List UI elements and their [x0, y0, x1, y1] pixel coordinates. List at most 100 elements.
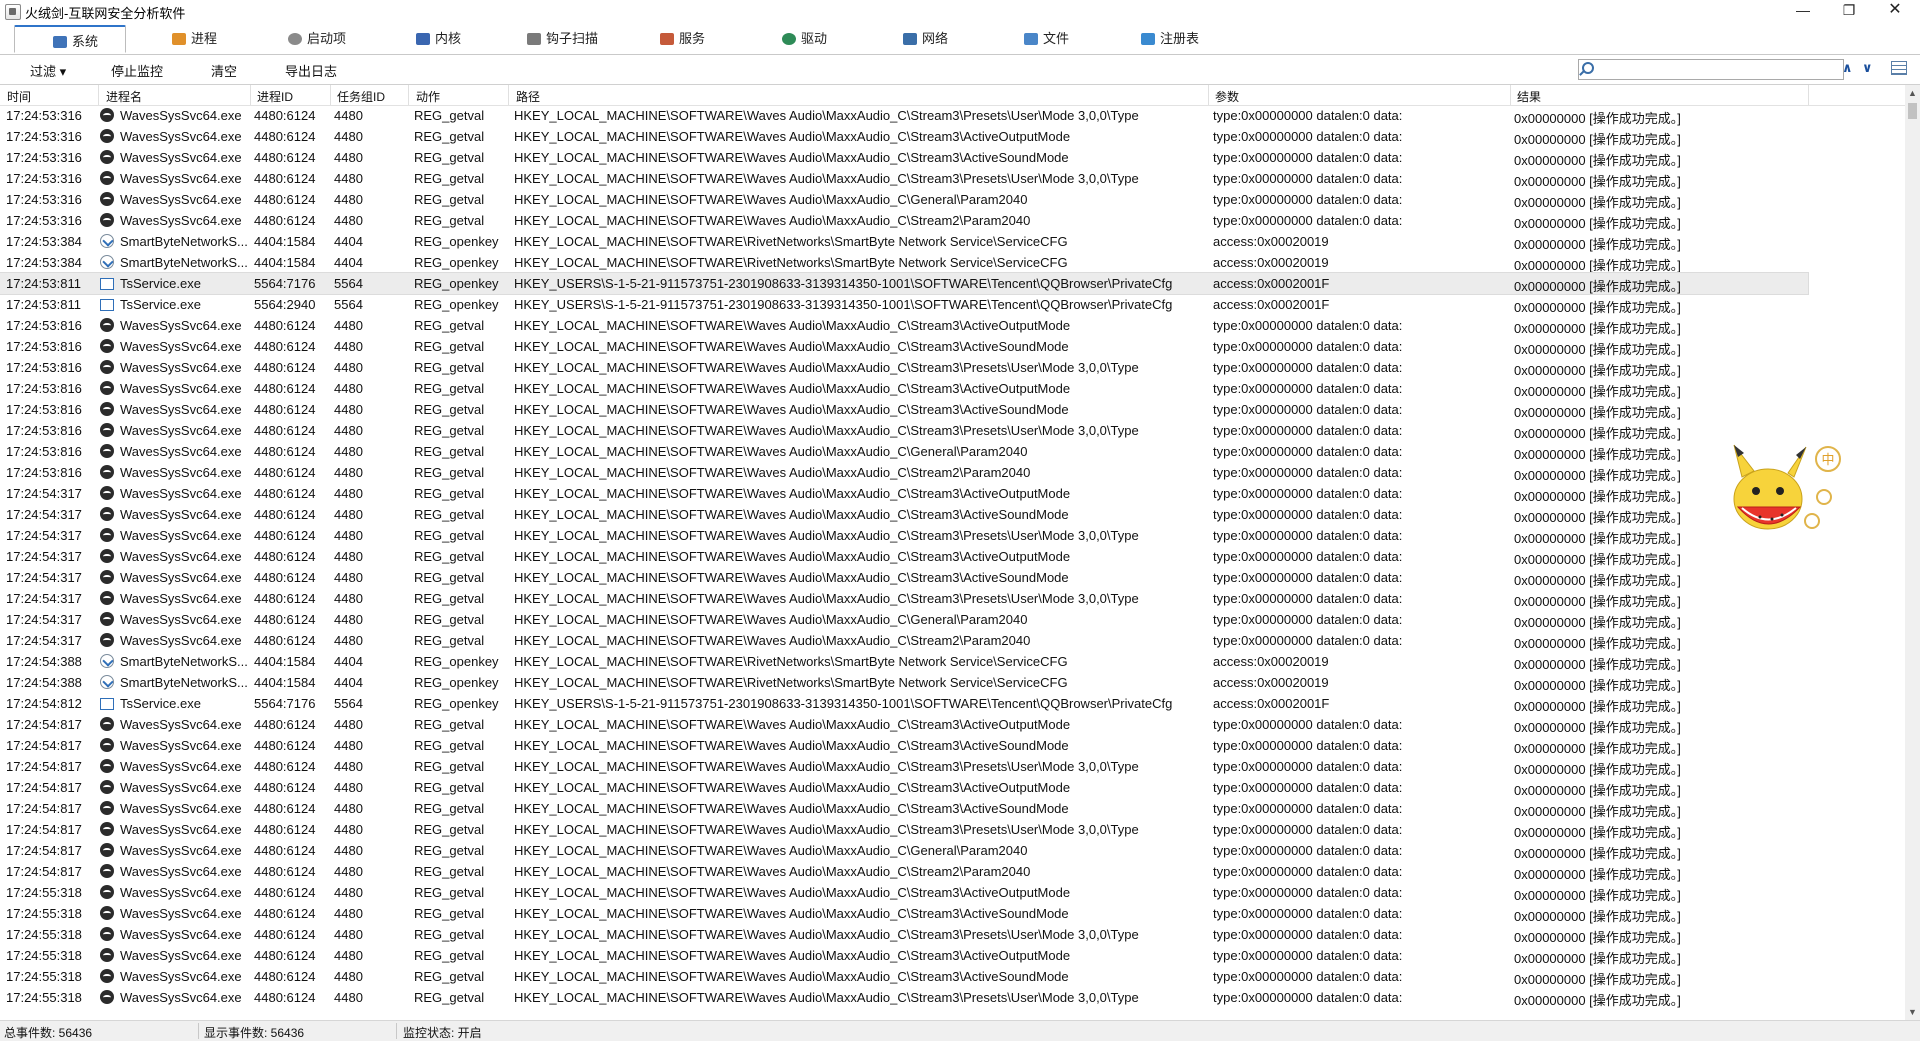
column-divider[interactable]	[98, 85, 99, 105]
table-row[interactable]: 17:24:53:316 WavesSysSvc64.exe 4480:6124 44…	[0, 147, 1905, 168]
cell-process-name: WavesSysSvc64.exe	[120, 927, 242, 942]
stop-monitor-button[interactable]: 停止监控	[111, 61, 163, 80]
column-divider[interactable]	[1510, 85, 1511, 105]
column-divider[interactable]	[250, 85, 251, 105]
table-row[interactable]: 17:24:53:816 WavesSysSvc64.exe 4480:6124 44…	[0, 462, 1905, 483]
table-row[interactable]: 17:24:54:388 SmartByteNetworkS... 4404:158…	[0, 672, 1905, 693]
clear-button[interactable]: 清空	[211, 61, 237, 80]
cell-task-group: 4480	[334, 906, 363, 921]
table-row[interactable]: 17:24:54:817 WavesSysSvc64.exe 4480:6124 44…	[0, 777, 1905, 798]
find-next-icon[interactable]: ∨	[1862, 60, 1873, 76]
cell-time: 17:24:53:816	[6, 381, 82, 396]
table-row[interactable]: 17:24:54:817 WavesSysSvc64.exe 4480:6124 44…	[0, 798, 1905, 819]
minimize-button[interactable]: —	[1780, 0, 1826, 22]
tab-drivers[interactable]: 驱动	[782, 24, 827, 53]
table-row[interactable]: 17:24:53:816 WavesSysSvc64.exe 4480:6124 44…	[0, 378, 1905, 399]
services-icon	[660, 33, 674, 45]
close-button[interactable]: ✕	[1872, 0, 1918, 22]
table-row[interactable]: 17:24:53:316 WavesSysSvc64.exe 4480:6124 44…	[0, 189, 1905, 210]
col-task-group[interactable]: 任务组ID	[337, 88, 385, 105]
tab-startup[interactable]: 启动项	[288, 24, 346, 53]
col-process-name[interactable]: 进程名	[106, 88, 142, 105]
table-row[interactable]: 17:24:54:317 WavesSysSvc64.exe 4480:6124 44…	[0, 609, 1905, 630]
cell-process-name: WavesSysSvc64.exe	[120, 990, 242, 1005]
export-log-button[interactable]: 导出日志	[285, 61, 337, 80]
column-divider[interactable]	[1808, 85, 1809, 105]
table-row[interactable]: 17:24:53:816 WavesSysSvc64.exe 4480:6124 44…	[0, 420, 1905, 441]
search-input[interactable]	[1597, 61, 1781, 78]
scroll-thumb[interactable]	[1908, 103, 1917, 119]
cell-time: 17:24:54:317	[6, 570, 82, 585]
table-row[interactable]: 17:24:53:811 TsService.exe 5564:7176 5564 RE…	[0, 272, 1809, 295]
table-row[interactable]: 17:24:54:317 WavesSysSvc64.exe 4480:6124 44…	[0, 567, 1905, 588]
tab-process[interactable]: 进程	[172, 24, 217, 53]
table-row[interactable]: 17:24:54:817 WavesSysSvc64.exe 4480:6124 44…	[0, 840, 1905, 861]
table-row[interactable]: 17:24:54:817 WavesSysSvc64.exe 4480:6124 44…	[0, 861, 1905, 882]
table-row[interactable]: 17:24:53:384 SmartByteNetworkS... 4404:158…	[0, 231, 1905, 252]
table-row[interactable]: 17:24:54:812 TsService.exe 5564:7176 5564 RE…	[0, 693, 1905, 714]
table-row[interactable]: 17:24:53:816 WavesSysSvc64.exe 4480:6124 44…	[0, 357, 1905, 378]
find-previous-icon[interactable]: ∧	[1842, 60, 1853, 76]
table-row[interactable]: 17:24:53:816 WavesSysSvc64.exe 4480:6124 44…	[0, 315, 1905, 336]
tab-system[interactable]: 系统	[14, 25, 126, 53]
table-row[interactable]: 17:24:54:817 WavesSysSvc64.exe 4480:6124 44…	[0, 735, 1905, 756]
search-box[interactable]	[1578, 59, 1844, 80]
cell-task-group: 4480	[334, 822, 363, 837]
table-row[interactable]: 17:24:53:316 WavesSysSvc64.exe 4480:6124 44…	[0, 126, 1905, 147]
cell-process-name: WavesSysSvc64.exe	[120, 402, 242, 417]
table-row[interactable]: 17:24:54:317 WavesSysSvc64.exe 4480:6124 44…	[0, 546, 1905, 567]
column-divider[interactable]	[330, 85, 331, 105]
col-pid[interactable]: 进程ID	[257, 88, 293, 105]
tab-files[interactable]: 文件	[1024, 24, 1069, 53]
col-param[interactable]: 参数	[1215, 88, 1239, 105]
table-row[interactable]: 17:24:53:816 WavesSysSvc64.exe 4480:6124 44…	[0, 441, 1905, 462]
table-row[interactable]: 17:24:55:318 WavesSysSvc64.exe 4480:6124 44…	[0, 945, 1905, 966]
table-row[interactable]: 17:24:54:317 WavesSysSvc64.exe 4480:6124 44…	[0, 525, 1905, 546]
table-row[interactable]: 17:24:55:318 WavesSysSvc64.exe 4480:6124 44…	[0, 903, 1905, 924]
columns-icon[interactable]	[1891, 61, 1907, 75]
table-row[interactable]: 17:24:55:318 WavesSysSvc64.exe 4480:6124 44…	[0, 924, 1905, 945]
tab-hook-scan[interactable]: 钩子扫描	[527, 24, 598, 53]
tab-network[interactable]: 网络	[903, 24, 948, 53]
column-divider[interactable]	[1208, 85, 1209, 105]
column-divider[interactable]	[408, 85, 409, 105]
table-row[interactable]: 17:24:53:316 WavesSysSvc64.exe 4480:6124 44…	[0, 168, 1905, 189]
cell-time: 17:24:53:316	[6, 171, 82, 186]
col-time[interactable]: 时间	[7, 88, 31, 105]
col-action[interactable]: 动作	[416, 88, 440, 105]
table-row[interactable]: 17:24:53:316 WavesSysSvc64.exe 4480:6124 44…	[0, 210, 1905, 231]
tab-services[interactable]: 服务	[660, 24, 705, 53]
table-row[interactable]: 17:24:54:817 WavesSysSvc64.exe 4480:6124 44…	[0, 756, 1905, 777]
table-row[interactable]: 17:24:54:317 WavesSysSvc64.exe 4480:6124 44…	[0, 630, 1905, 651]
cell-path: HKEY_LOCAL_MACHINE\SOFTWARE\Waves Audio\…	[514, 801, 1069, 816]
table-row[interactable]: 17:24:55:318 WavesSysSvc64.exe 4480:6124 44…	[0, 987, 1905, 1008]
col-result[interactable]: 结果	[1517, 88, 1541, 105]
vertical-scrollbar[interactable]: ▲ ▼	[1905, 85, 1920, 1020]
scroll-down-icon[interactable]: ▼	[1908, 1007, 1917, 1017]
tab-registry[interactable]: 注册表	[1141, 24, 1199, 53]
cell-pid: 4480:6124	[254, 927, 316, 942]
filter-dropdown[interactable]: 过滤 ▾	[30, 61, 66, 80]
table-row[interactable]: 17:24:54:317 WavesSysSvc64.exe 4480:6124 44…	[0, 504, 1905, 525]
table-row[interactable]: 17:24:53:816 WavesSysSvc64.exe 4480:6124 44…	[0, 336, 1905, 357]
table-row[interactable]: 17:24:53:384 SmartByteNetworkS... 4404:158…	[0, 252, 1905, 273]
cell-task-group: 5564	[334, 276, 363, 291]
table-row[interactable]: 17:24:55:318 WavesSysSvc64.exe 4480:6124 44…	[0, 966, 1905, 987]
table-row[interactable]: 17:24:55:318 WavesSysSvc64.exe 4480:6124 44…	[0, 882, 1905, 903]
cell-time: 17:24:54:317	[6, 633, 82, 648]
table-row[interactable]: 17:24:54:317 WavesSysSvc64.exe 4480:6124 44…	[0, 588, 1905, 609]
table-row[interactable]: 17:24:54:817 WavesSysSvc64.exe 4480:6124 44…	[0, 714, 1905, 735]
table-row[interactable]: 17:24:53:816 WavesSysSvc64.exe 4480:6124 44…	[0, 399, 1905, 420]
table-row[interactable]: 17:24:53:811 TsService.exe 5564:2940 5564 RE…	[0, 294, 1905, 315]
table-row[interactable]: 17:24:54:388 SmartByteNetworkS... 4404:158…	[0, 651, 1905, 672]
table-row[interactable]: 17:24:53:316 WavesSysSvc64.exe 4480:6124 44…	[0, 105, 1905, 126]
table-row[interactable]: 17:24:54:317 WavesSysSvc64.exe 4480:6124 44…	[0, 483, 1905, 504]
col-path[interactable]: 路径	[516, 88, 540, 105]
cell-result: 0x00000000 [操作成功完成。]	[1514, 174, 1681, 189]
column-divider[interactable]	[508, 85, 509, 105]
maximize-button[interactable]: ❐	[1826, 0, 1872, 22]
tab-kernel[interactable]: 内核	[416, 24, 461, 53]
scroll-up-icon[interactable]: ▲	[1908, 88, 1917, 98]
cell-pid: 4480:6124	[254, 150, 316, 165]
table-row[interactable]: 17:24:54:817 WavesSysSvc64.exe 4480:6124 44…	[0, 819, 1905, 840]
